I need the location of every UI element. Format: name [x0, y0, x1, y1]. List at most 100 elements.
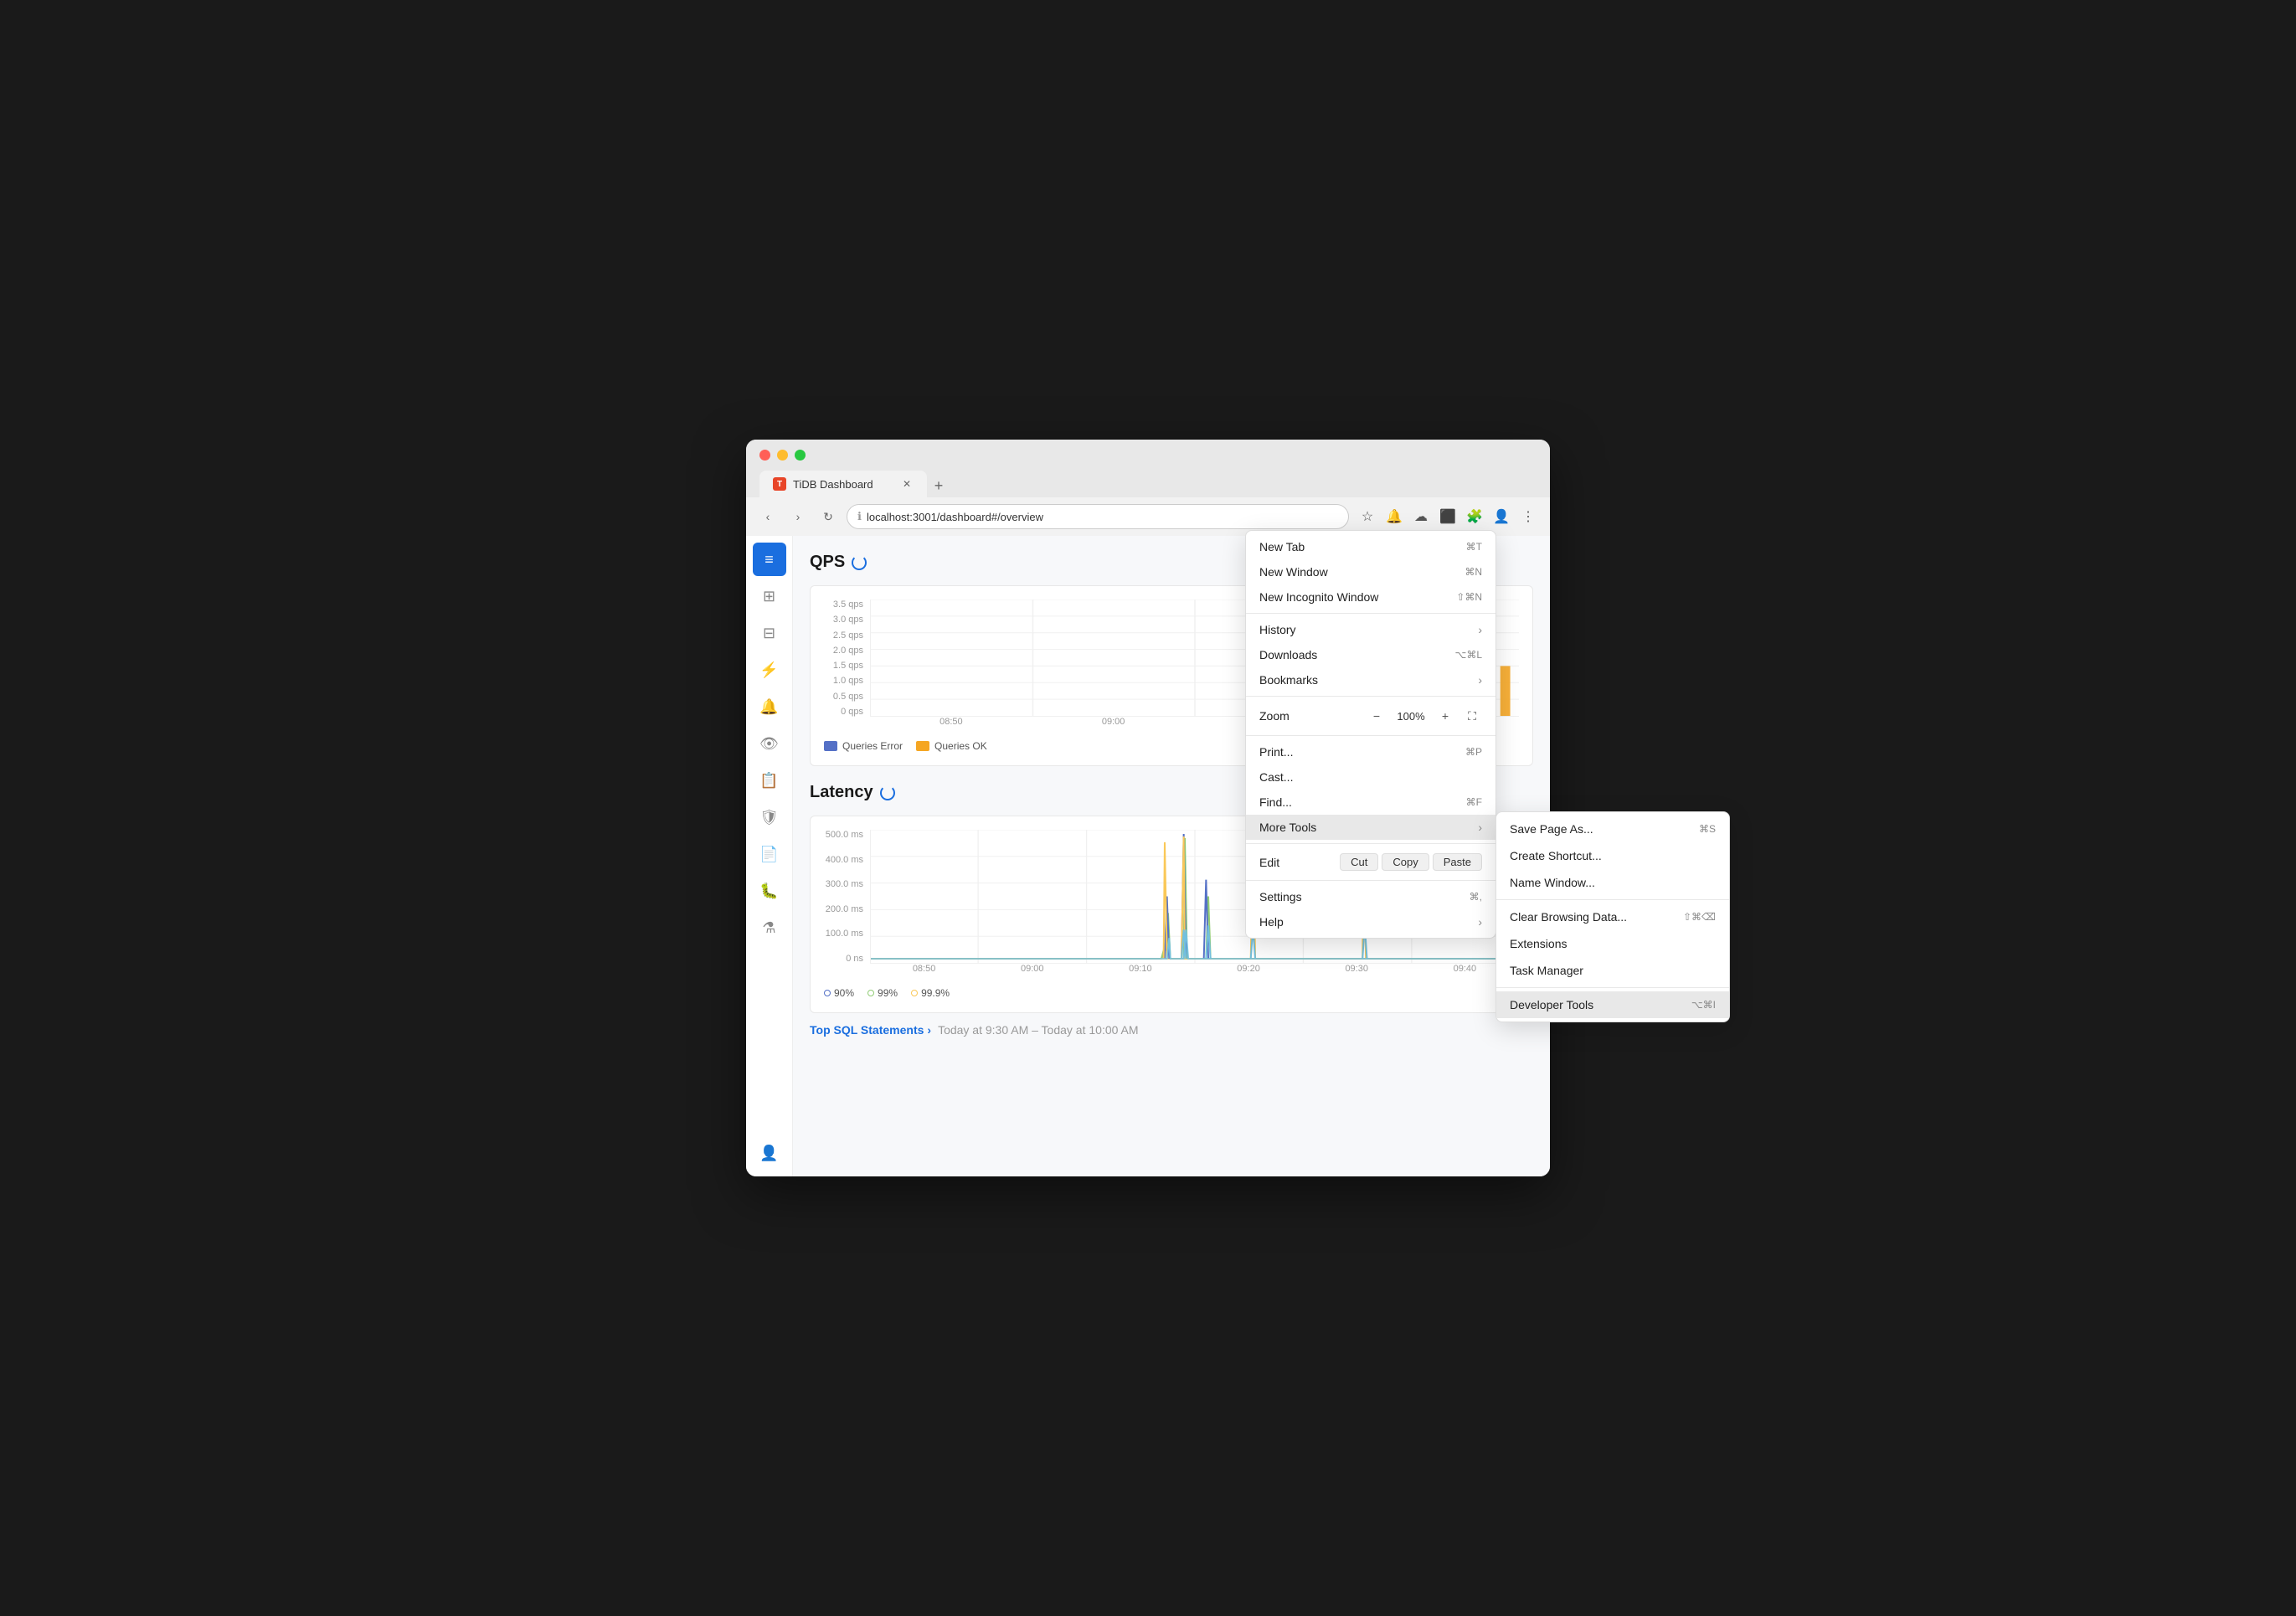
tab-title: TiDB Dashboard	[793, 478, 893, 491]
submenu-item-task-manager[interactable]: Task Manager	[1496, 957, 1729, 984]
cluster-icon: ⊞	[763, 588, 775, 605]
menu-separator-1	[1246, 613, 1495, 614]
shield-icon: 🛡	[759, 809, 779, 826]
menu-separator-2	[1246, 696, 1495, 697]
legend-90: 90%	[824, 987, 854, 999]
menu-item-help[interactable]: Help ›	[1246, 909, 1495, 934]
eye-icon: 👁	[759, 735, 779, 753]
edit-buttons: Cut Copy Paste	[1340, 853, 1482, 871]
star-icon[interactable]: ☆	[1356, 505, 1379, 528]
submenu-separator-1	[1496, 899, 1729, 900]
back-button[interactable]: ‹	[756, 505, 780, 528]
puzzle-icon[interactable]: 🧩	[1463, 505, 1486, 528]
zoom-plus-button[interactable]: +	[1435, 706, 1455, 726]
tab-close-button[interactable]: ✕	[900, 477, 914, 491]
cloud-icon[interactable]: ☁	[1409, 505, 1433, 528]
top-sql-link[interactable]: Top SQL Statements ›	[810, 1023, 931, 1037]
notifications-icon[interactable]: 🔔	[1382, 505, 1406, 528]
copy-button[interactable]: Copy	[1382, 853, 1429, 871]
menu-separator-5	[1246, 880, 1495, 881]
submenu-item-clear-data[interactable]: Clear Browsing Data... ⇧⌘⌫	[1496, 903, 1729, 930]
sidebar-item-cluster[interactable]: ⊞	[753, 579, 786, 613]
minimize-button[interactable]	[777, 450, 788, 461]
menu-item-find[interactable]: Find... ⌘F	[1246, 790, 1495, 815]
address-input[interactable]	[867, 511, 1338, 523]
sidebar-item-topology[interactable]: ⊟	[753, 616, 786, 650]
menu-item-print[interactable]: Print... ⌘P	[1246, 739, 1495, 764]
sidebar-item-security[interactable]: 🛡	[753, 800, 786, 834]
top-sql-time: Today at 9:30 AM – Today at 10:00 AM	[938, 1023, 1138, 1037]
context-menu: New Tab ⌘T New Window ⌘N New Incognito W…	[1245, 530, 1496, 939]
browser-window: T TiDB Dashboard ✕ + ‹ › ↻ ℹ ☆ 🔔 ☁ ⬛ 🧩 👤…	[746, 440, 1550, 1176]
sidebar-item-user[interactable]: 👤	[753, 1136, 786, 1170]
forward-button[interactable]: ›	[786, 505, 810, 528]
zoom-value: 100%	[1393, 710, 1429, 723]
menu-item-new-tab[interactable]: New Tab ⌘T	[1246, 534, 1495, 559]
overview-icon: ≡	[764, 551, 774, 569]
submenu-item-name-window[interactable]: Name Window...	[1496, 869, 1729, 896]
bug-icon: 🐛	[759, 883, 778, 900]
menu-item-downloads[interactable]: Downloads ⌥⌘L	[1246, 642, 1495, 667]
legend-error-color	[824, 741, 837, 751]
sidebar-item-events[interactable]: ⚡	[753, 653, 786, 687]
sidebar-item-debug[interactable]: 🐛	[753, 874, 786, 908]
legend-ok: Queries OK	[916, 740, 987, 752]
toolbar-icons: ☆ 🔔 ☁ ⬛ 🧩 👤 ⋮	[1356, 505, 1540, 528]
sidebar-item-diagnosis[interactable]: 📋	[753, 764, 786, 797]
menu-item-zoom[interactable]: Zoom − 100% + ⛶	[1246, 700, 1495, 732]
latency-legend: 90% 99% 99.9%	[824, 987, 1519, 999]
menu-item-history[interactable]: History ›	[1246, 617, 1495, 642]
menu-item-new-window[interactable]: New Window ⌘N	[1246, 559, 1495, 584]
qps-refresh-icon	[852, 555, 867, 570]
maximize-button[interactable]	[795, 450, 806, 461]
legend-99: 99%	[867, 987, 898, 999]
title-bar: T TiDB Dashboard ✕ +	[746, 440, 1550, 497]
submenu-item-shortcut[interactable]: Create Shortcut...	[1496, 842, 1729, 869]
sidebar-item-logs[interactable]: 📄	[753, 837, 786, 871]
zoom-expand-button[interactable]: ⛶	[1462, 706, 1482, 726]
menu-item-incognito[interactable]: New Incognito Window ⇧⌘N	[1246, 584, 1495, 610]
submenu-separator-2	[1496, 987, 1729, 988]
bell-icon: 🔔	[759, 698, 778, 716]
submenu-item-devtools[interactable]: Developer Tools ⌥⌘I	[1496, 991, 1729, 1018]
sidebar-item-overview[interactable]: ≡	[753, 543, 786, 576]
sidebar-item-monitor[interactable]: 👁	[753, 727, 786, 760]
document-icon: 📄	[759, 846, 778, 863]
sidebar-item-alerts[interactable]: 🔔	[753, 690, 786, 723]
menu-item-settings[interactable]: Settings ⌘,	[1246, 884, 1495, 909]
more-tools-arrow-icon: ›	[1478, 821, 1482, 834]
clipboard-icon: 📋	[759, 772, 778, 790]
paste-button[interactable]: Paste	[1433, 853, 1482, 871]
refresh-button[interactable]: ↻	[816, 505, 840, 528]
submenu-item-save[interactable]: Save Page As... ⌘S	[1496, 816, 1729, 842]
new-tab-button[interactable]: +	[927, 474, 950, 497]
latency-y-labels: 500.0 ms 400.0 ms 300.0 ms 200.0 ms 100.…	[824, 830, 870, 964]
top-sql-bar: Top SQL Statements › Today at 9:30 AM – …	[810, 1023, 1533, 1037]
sidebar: ≡ ⊞ ⊟ ⚡ 🔔 👁 📋 🛡 📄	[746, 536, 793, 1176]
more-menu-button[interactable]: ⋮	[1516, 505, 1540, 528]
window-controls	[759, 450, 1537, 461]
browser-tab[interactable]: T TiDB Dashboard ✕	[759, 471, 927, 497]
legend-error: Queries Error	[824, 740, 903, 752]
legend-90-circle	[824, 990, 831, 996]
menu-item-bookmarks[interactable]: Bookmarks ›	[1246, 667, 1495, 692]
sidebar-item-test[interactable]: ⚗	[753, 911, 786, 944]
legend-999-circle	[911, 990, 918, 996]
screen-icon[interactable]: ⬛	[1436, 505, 1459, 528]
menu-item-edit: Edit Cut Copy Paste	[1246, 847, 1495, 877]
avatar-icon[interactable]: 👤	[1490, 505, 1513, 528]
tab-favicon-icon: T	[773, 477, 786, 491]
user-icon: 👤	[759, 1145, 778, 1162]
lightning-icon: ⚡	[759, 661, 778, 679]
more-tools-submenu: Save Page As... ⌘S Create Shortcut... Na…	[1495, 811, 1730, 1022]
qps-y-labels: 3.5 qps 3.0 qps 2.5 qps 2.0 qps 1.5 qps …	[824, 600, 870, 717]
menu-item-more-tools[interactable]: More Tools › Save Page As... ⌘S Create S…	[1246, 815, 1495, 840]
chevron-right-icon: ›	[927, 1023, 931, 1037]
flask-icon: ⚗	[762, 919, 775, 937]
zoom-minus-button[interactable]: −	[1367, 706, 1387, 726]
close-button[interactable]	[759, 450, 770, 461]
menu-separator-4	[1246, 843, 1495, 844]
menu-item-cast[interactable]: Cast...	[1246, 764, 1495, 790]
cut-button[interactable]: Cut	[1340, 853, 1378, 871]
submenu-item-extensions[interactable]: Extensions	[1496, 930, 1729, 957]
